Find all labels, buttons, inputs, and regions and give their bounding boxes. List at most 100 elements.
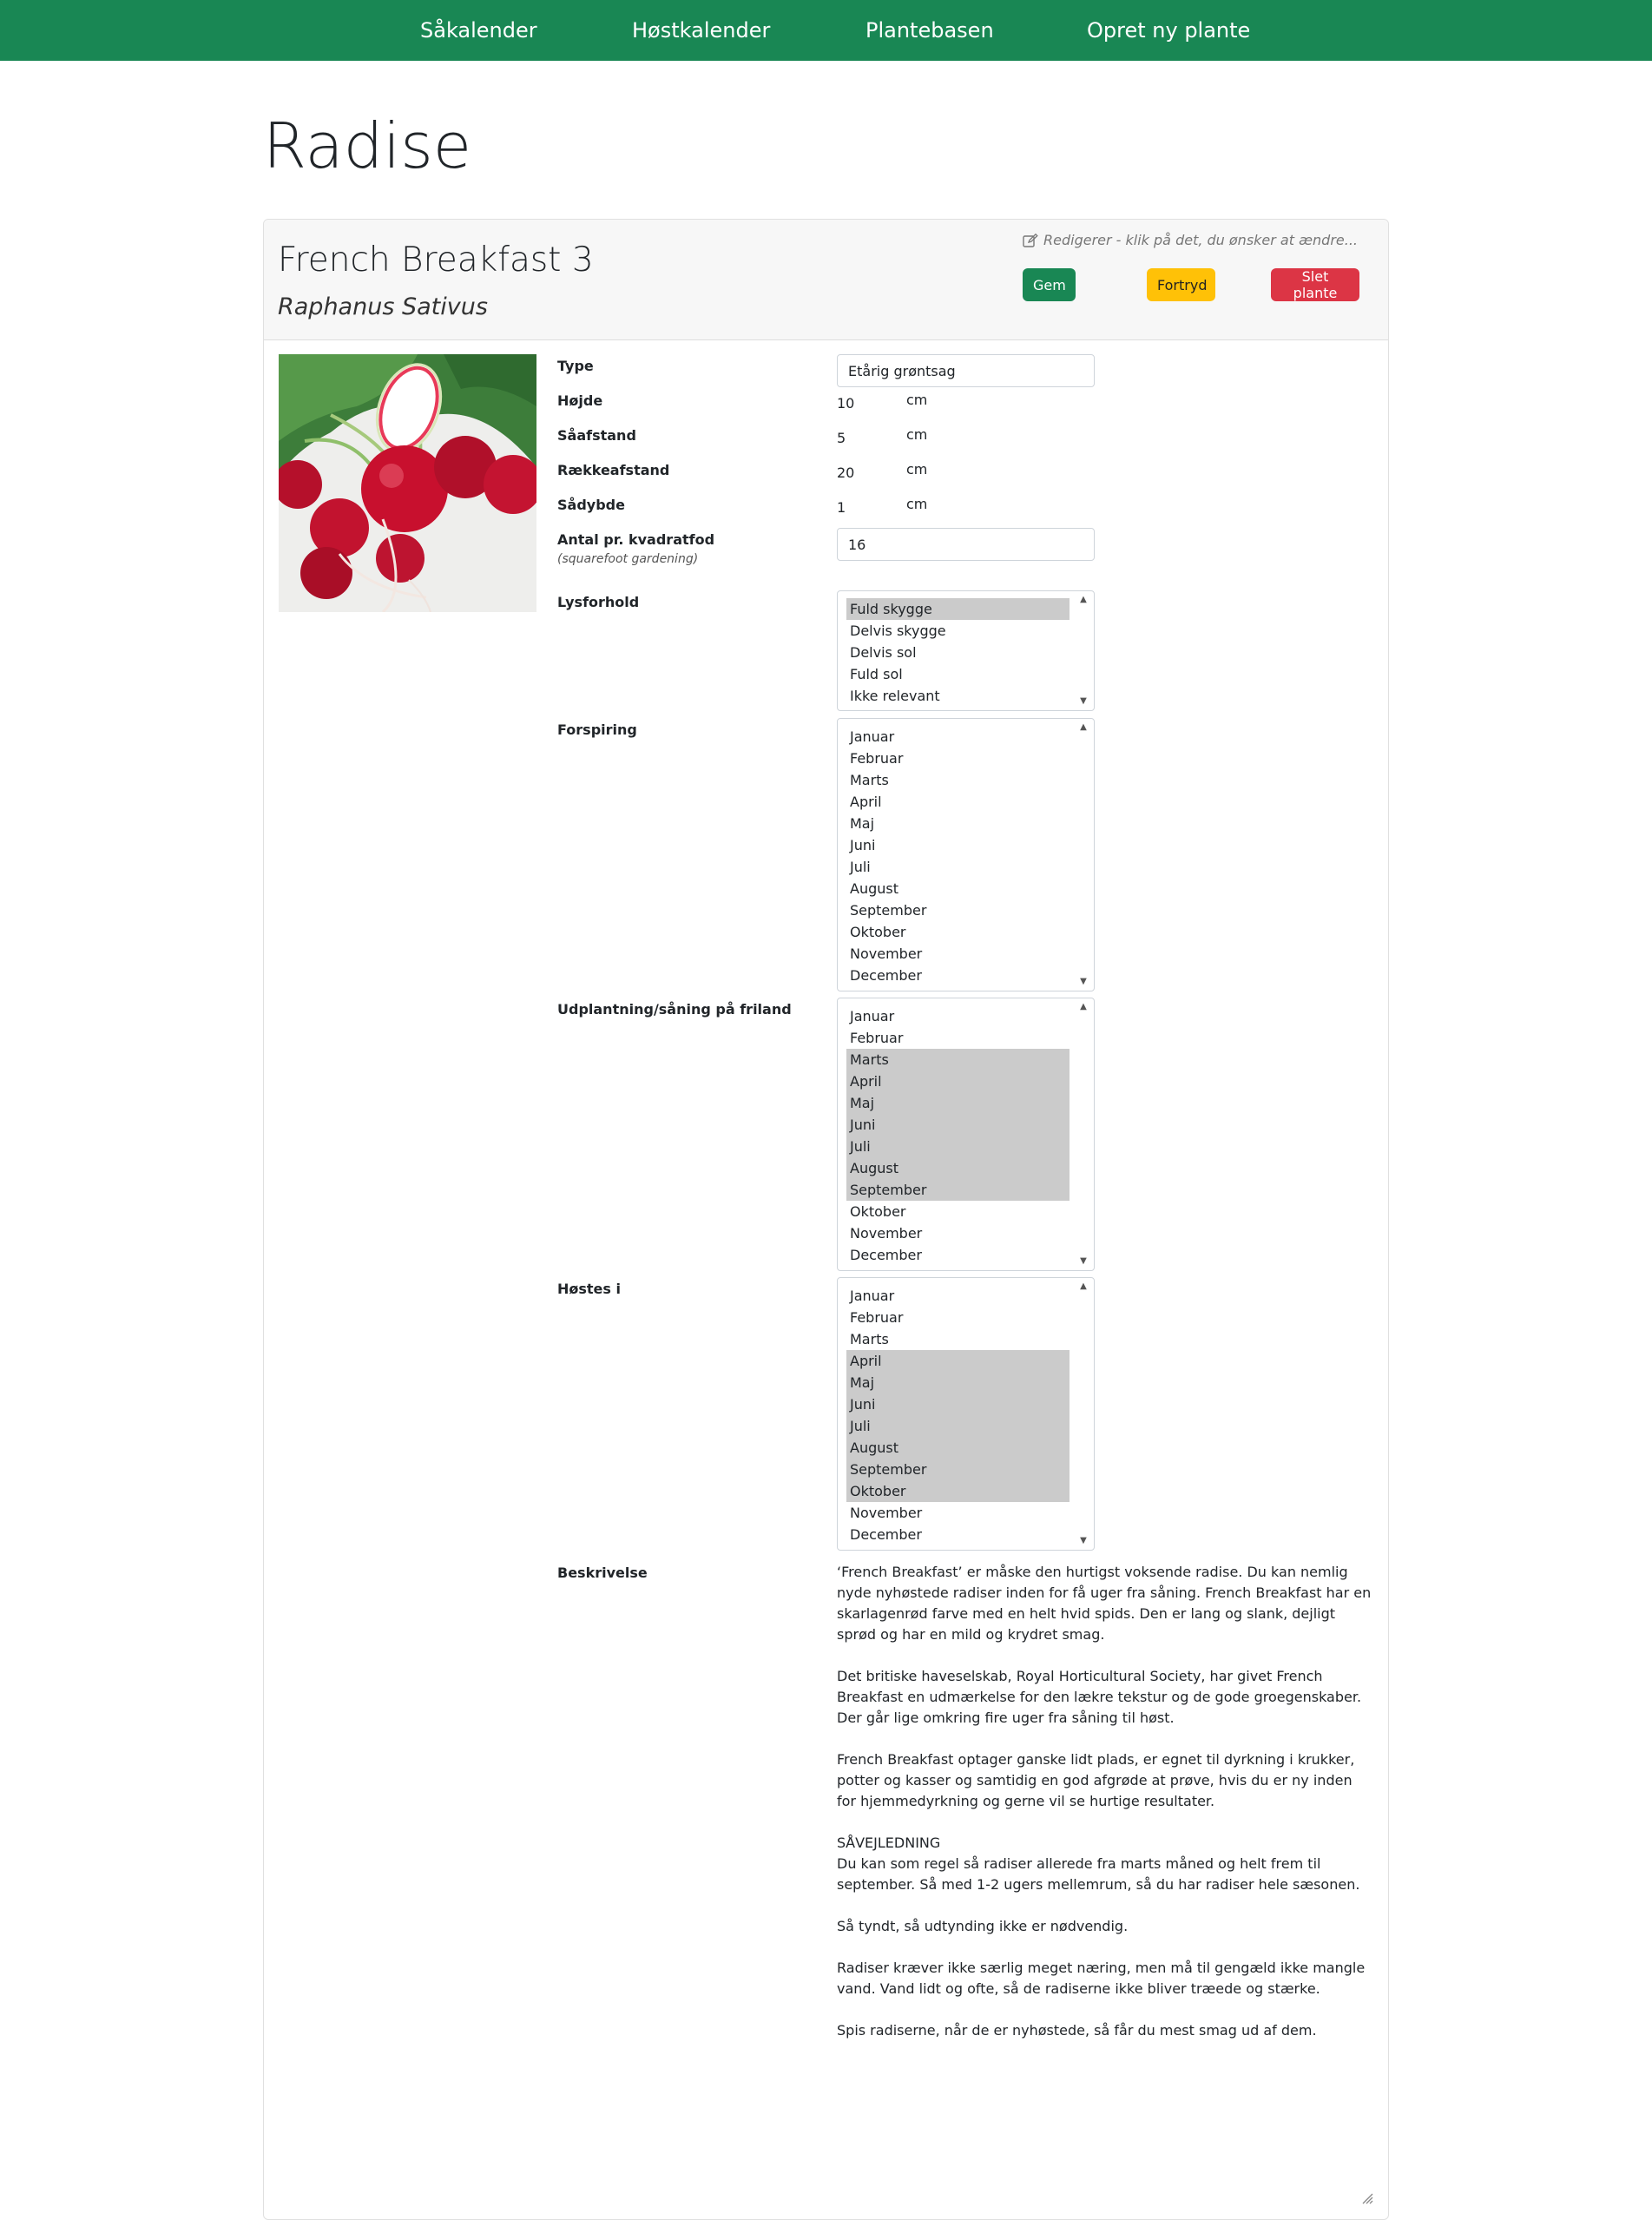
outdoor-select[interactable]: Januar Februar Marts April Maj Juni Juli August…	[837, 998, 1095, 1271]
description-paragraph: Du kan som regel så radiser allerede fra…	[837, 1855, 1360, 1893]
scroll-down-icon[interactable]: ▼	[1078, 1256, 1089, 1267]
select-option[interactable]: Marts	[846, 1328, 1070, 1350]
depth-value[interactable]: 1	[837, 499, 846, 516]
select-option[interactable]: August	[846, 878, 1070, 899]
select-option[interactable]: August	[846, 1157, 1070, 1179]
edit-hint-text: Redigerer - klik på det, du ønsker at æn…	[1043, 232, 1358, 248]
description-paragraph: Så tyndt, så udtynding ikke er nødvendig…	[837, 1918, 1129, 1934]
resize-handle-icon[interactable]	[1359, 2190, 1373, 2204]
scroll-up-icon[interactable]: ▲	[1078, 1281, 1089, 1292]
height-value[interactable]: 10	[837, 395, 854, 412]
cancel-button[interactable]: Fortryd	[1147, 268, 1215, 301]
scroll-up-icon[interactable]: ▲	[1078, 595, 1089, 605]
row-spacing-unit: cm	[906, 461, 928, 478]
select-option[interactable]: April	[846, 1070, 1070, 1092]
type-input[interactable]	[837, 354, 1095, 387]
select-option[interactable]: Februar	[846, 1307, 1070, 1328]
select-option[interactable]: November	[846, 943, 1070, 965]
description-paragraph: ‘French Breakfast’ er måske den hurtigst…	[837, 1564, 1372, 1643]
description-paragraph: Spis radiserne, når de er nyhøstede, så …	[837, 2022, 1317, 2039]
harvest-options: Januar Februar Marts April Maj Juni Juli August…	[846, 1285, 1070, 1545]
germination-select[interactable]: Januar Februar Marts April Maj Juni Juli August…	[837, 718, 1095, 991]
delete-plant-button[interactable]: Slet plante	[1271, 268, 1359, 301]
harvest-select[interactable]: Januar Februar Marts April Maj Juni Juli August…	[837, 1277, 1095, 1551]
select-option[interactable]: Juni	[846, 1114, 1070, 1136]
description-paragraph: Radiser kræver ikke særlig meget næring,…	[837, 1960, 1366, 1997]
select-option[interactable]: Marts	[846, 769, 1070, 791]
select-option[interactable]: Fuld sol	[846, 663, 1070, 685]
variety-name[interactable]: French Breakfast 3	[278, 237, 594, 284]
scroll-up-icon[interactable]: ▲	[1078, 1002, 1089, 1012]
select-option[interactable]: April	[846, 791, 1070, 813]
nav-link-opret-ny-plante[interactable]: Opret ny plante	[1087, 16, 1250, 44]
select-option[interactable]: Maj	[846, 813, 1070, 834]
save-button[interactable]: Gem	[1023, 268, 1076, 301]
select-option[interactable]: Juni	[846, 834, 1070, 856]
nav-link-hoestkalender[interactable]: Høstkalender	[632, 16, 770, 44]
select-option[interactable]: Ikke relevant	[846, 685, 1070, 707]
select-option[interactable]: August	[846, 1437, 1070, 1459]
select-option[interactable]: Juli	[846, 1136, 1070, 1157]
per-sqft-input[interactable]	[837, 528, 1095, 561]
spacing-unit: cm	[906, 426, 928, 443]
label-row-spacing: Rækkeafstand	[557, 462, 670, 478]
height-unit: cm	[906, 392, 928, 408]
light-select[interactable]: Fuld skygge Delvis skygge Delvis sol Fuld s…	[837, 590, 1095, 711]
select-option[interactable]: Januar	[846, 1005, 1070, 1027]
scroll-down-icon[interactable]: ▼	[1078, 696, 1089, 707]
select-option[interactable]: Juli	[846, 1415, 1070, 1437]
scroll-up-icon[interactable]: ▲	[1078, 722, 1089, 733]
label-depth: Sådybde	[557, 497, 625, 513]
select-option[interactable]: Maj	[846, 1092, 1070, 1114]
description-text[interactable]: ‘French Breakfast’ er måske den hurtigst…	[837, 1562, 1375, 2062]
plant-card: French Breakfast 3 Raphanus Sativus Redi…	[263, 219, 1389, 2220]
select-option[interactable]: Marts	[846, 1049, 1070, 1070]
row-spacing-value[interactable]: 20	[837, 464, 854, 481]
select-option[interactable]: December	[846, 965, 1070, 986]
label-description: Beskrivelse	[557, 1565, 648, 1581]
select-option[interactable]: Delvis skygge	[846, 620, 1070, 642]
scroll-down-icon[interactable]: ▼	[1078, 977, 1089, 987]
select-option[interactable]: December	[846, 1524, 1070, 1545]
label-type: Type	[557, 358, 594, 374]
select-option[interactable]: Oktober	[846, 921, 1070, 943]
label-germination: Forspiring	[557, 721, 637, 738]
select-option[interactable]: December	[846, 1244, 1070, 1266]
label-light: Lysforhold	[557, 594, 640, 610]
select-option[interactable]: November	[846, 1222, 1070, 1244]
description-paragraph: Det britiske haveselskab, Royal Horticul…	[837, 1668, 1362, 1726]
description-paragraph: French Breakfast optager ganske lidt pla…	[837, 1751, 1355, 1809]
label-harvest: Høstes i	[557, 1281, 621, 1297]
select-option[interactable]: November	[846, 1502, 1070, 1524]
select-option[interactable]: September	[846, 1179, 1070, 1201]
top-navbar: Såkalender Høstkalender Plantebasen Opre…	[0, 0, 1652, 61]
spacing-value[interactable]: 5	[837, 430, 846, 446]
plant-photo	[279, 354, 536, 612]
germination-options: Januar Februar Marts April Maj Juni Juli August…	[846, 726, 1070, 986]
select-option[interactable]: Fuld skygge	[846, 598, 1070, 620]
card-header: French Breakfast 3 Raphanus Sativus Redi…	[264, 220, 1388, 340]
select-option[interactable]: Maj	[846, 1372, 1070, 1393]
depth-unit: cm	[906, 496, 928, 512]
select-option[interactable]: September	[846, 899, 1070, 921]
select-option[interactable]: Juni	[846, 1393, 1070, 1415]
select-option[interactable]: Februar	[846, 748, 1070, 769]
select-option[interactable]: Januar	[846, 726, 1070, 748]
select-option[interactable]: April	[846, 1350, 1070, 1372]
label-outdoor: Udplantning/såning på friland	[557, 1001, 792, 1018]
nav-link-plantebasen[interactable]: Plantebasen	[865, 16, 994, 44]
select-option[interactable]: Oktober	[846, 1480, 1070, 1502]
select-option[interactable]: Januar	[846, 1285, 1070, 1307]
outdoor-options: Januar Februar Marts April Maj Juni Juli August…	[846, 1005, 1070, 1266]
select-option[interactable]: Juli	[846, 856, 1070, 878]
latin-name[interactable]: Raphanus Sativus	[278, 293, 488, 320]
select-option[interactable]: Februar	[846, 1027, 1070, 1049]
select-option[interactable]: September	[846, 1459, 1070, 1480]
scroll-down-icon[interactable]: ▼	[1078, 1536, 1089, 1546]
light-options: Fuld skygge Delvis skygge Delvis sol Fuld s…	[846, 598, 1070, 707]
nav-link-saakalender[interactable]: Såkalender	[420, 16, 537, 44]
label-spacing: Såafstand	[557, 427, 636, 444]
select-option[interactable]: Delvis sol	[846, 642, 1070, 663]
select-option[interactable]: Oktober	[846, 1201, 1070, 1222]
label-per-sqft: Antal pr. kvadratfod	[557, 531, 715, 548]
